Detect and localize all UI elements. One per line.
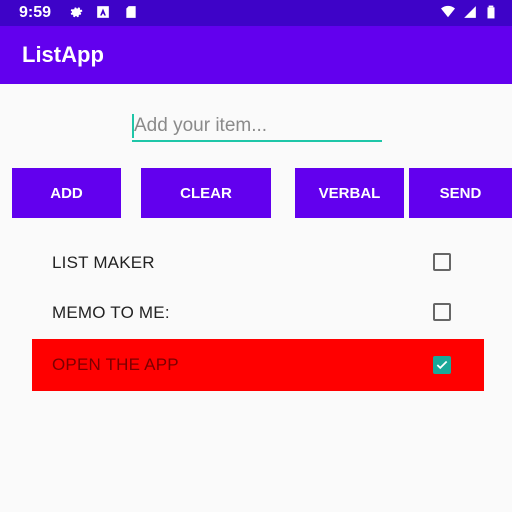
list-item-checkbox[interactable] <box>433 253 451 271</box>
send-button[interactable]: SEND <box>409 168 512 218</box>
add-item-input[interactable] <box>132 112 382 142</box>
status-time: 9:59 <box>19 4 52 21</box>
list-item[interactable]: MEMO TO ME: <box>32 288 484 338</box>
gear-icon <box>69 5 83 19</box>
list-item-label: LIST MAKER <box>52 253 155 272</box>
app-bar: ListApp <box>0 26 512 84</box>
add-button[interactable]: ADD <box>12 168 121 218</box>
clear-button[interactable]: CLEAR <box>141 168 271 218</box>
wifi-icon <box>441 5 455 19</box>
sd-card-icon <box>124 5 138 19</box>
signal-icon <box>463 5 477 19</box>
status-bar: 9:59 <box>0 0 512 26</box>
app-title: ListApp <box>22 42 104 67</box>
list-item-label: MEMO TO ME: <box>52 303 170 322</box>
list-item-checkbox-checked[interactable] <box>433 356 451 374</box>
verbal-button[interactable]: VERBAL <box>295 168 404 218</box>
checkmark-icon <box>436 360 448 370</box>
list-item[interactable]: LIST MAKER <box>32 238 484 288</box>
list-item-label: OPEN THE APP <box>52 355 179 374</box>
list-item-checkbox[interactable] <box>433 303 451 321</box>
battery-icon <box>484 5 498 19</box>
list-item-selected[interactable]: OPEN THE APP <box>32 339 484 391</box>
a-icon <box>96 5 110 19</box>
text-cursor <box>132 114 134 138</box>
